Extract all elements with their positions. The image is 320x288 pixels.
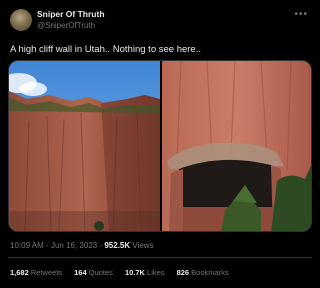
author-name[interactable]: Sniper Of Thruth (37, 9, 105, 19)
left-photo[interactable] (9, 61, 160, 232)
bookmarks-label: Bookmarks (191, 268, 229, 277)
quotes-stat[interactable]: 164 Quotes (74, 268, 113, 277)
bookmarks-stat[interactable]: 826 Bookmarks (177, 268, 229, 277)
engagement-stats: 1,682 Retweets 164 Quotes 10.7K Likes 82… (10, 268, 229, 277)
more-icon[interactable]: ••• (294, 9, 308, 20)
tweet-date[interactable]: Jun 16, 2023 (51, 241, 97, 250)
quotes-count: 164 (74, 268, 87, 277)
retweets-label: Retweets (30, 268, 63, 277)
retweets-stat[interactable]: 1,682 Retweets (10, 268, 62, 277)
views-count: 952.5K (104, 241, 131, 250)
right-photo[interactable] (162, 61, 312, 232)
author-handle[interactable]: @SniperOfTruth (37, 21, 95, 30)
likes-label: Likes (147, 268, 165, 277)
tweet-card: Sniper Of Thruth @SniperOfTruth ••• A hi… (0, 0, 320, 288)
likes-count: 10.7K (124, 268, 145, 277)
meta-separator-2: · (99, 241, 103, 250)
likes-stat[interactable]: 10.7K Likes (125, 268, 165, 277)
tweet-meta: 10:09 AM · Jun 16, 2023 · 952.5K Views (10, 241, 154, 250)
views-label: Views (132, 241, 154, 250)
tweet-media[interactable] (8, 60, 312, 232)
bookmarks-count: 826 (176, 268, 190, 277)
tweet-time[interactable]: 10:09 AM (10, 241, 44, 250)
retweets-count: 1,682 (10, 268, 29, 277)
quotes-label: Quotes (88, 268, 113, 277)
avatar[interactable] (10, 9, 32, 31)
tweet-text: A high cliff wall in Utah.. Nothing to s… (10, 44, 201, 55)
divider (8, 257, 312, 258)
meta-separator: · (46, 241, 49, 250)
